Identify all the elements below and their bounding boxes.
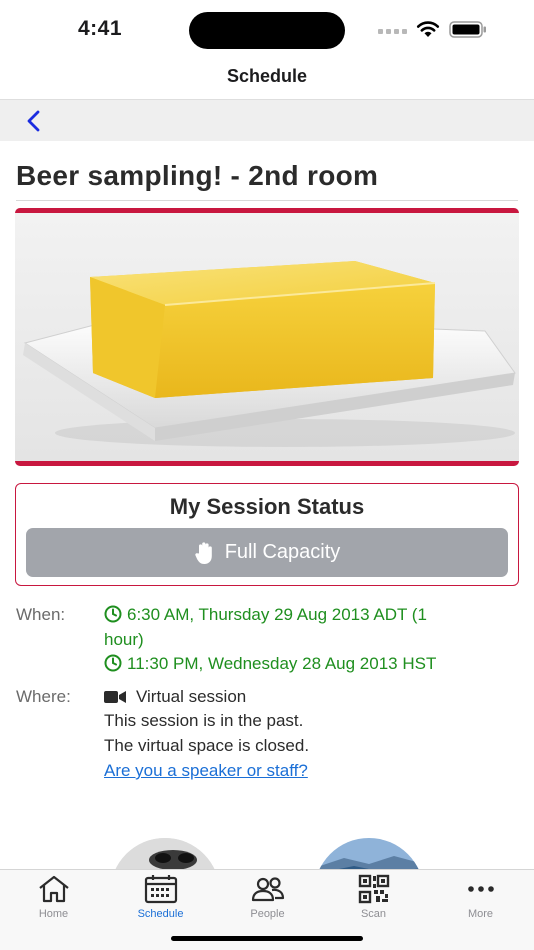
when-time-1: 6:30 AM, Thursday 29 Aug 2013 ADT (1 [104,603,427,627]
where-location-text: Virtual session [136,687,247,706]
clock-icon [104,654,122,672]
when-time-2: 11:30 PM, Wednesday 28 Aug 2013 HST [104,652,436,676]
status-time: 4:41 [78,17,123,40]
qr-code-icon [358,874,389,904]
tab-people-label: People [250,908,285,920]
full-capacity-button[interactable]: Full Capacity [26,528,508,577]
people-icon [251,877,284,902]
status-bar: 4:41 [0,0,534,60]
dynamic-island [189,12,345,49]
cheese-photo [15,213,519,461]
tab-scan-label: Scan [360,908,387,920]
home-indicator [171,936,363,941]
raised-hand-icon [194,541,216,565]
calendar-icon [144,875,177,904]
battery-icon [449,21,486,38]
chevron-left-icon [27,110,40,132]
when-time-2-text: 11:30 PM, Wednesday 28 Aug 2013 HST [127,654,437,673]
page-title: Beer sampling! - 2nd room [16,160,379,191]
tab-more[interactable]: More [427,874,534,924]
past-session-note: This session is in the past. [104,711,304,730]
tab-more-label: More [467,908,494,920]
tab-schedule-label: Schedule [137,908,184,920]
back-bar [0,99,534,141]
cellular-signal-icon [378,29,408,35]
video-camera-icon [104,691,126,703]
tab-home-label: Home [38,908,69,920]
tab-home[interactable]: Home [0,874,107,924]
when-label: When: [16,605,66,624]
home-icon [38,875,69,903]
when-time-1-line-1: 6:30 AM, Thursday 29 Aug 2013 ADT (1 [127,605,427,624]
speaker-staff-link[interactable]: Are you a speaker or staff? [104,759,308,783]
where-location: Virtual session [104,685,246,709]
virtual-space-closed-note: The virtual space is closed. [104,736,310,755]
where-label: Where: [16,687,71,706]
tab-scan[interactable]: Scan [320,874,427,924]
session-status-card: My Session Status Full Capacity [15,483,519,586]
session-image [15,208,519,466]
tab-people[interactable]: People [214,874,321,924]
clock-icon [104,605,122,623]
tab-schedule[interactable]: Schedule [107,874,214,924]
full-capacity-label: Full Capacity [224,541,341,563]
title-divider [16,200,518,201]
wifi-icon [416,21,440,37]
more-icon [467,886,494,892]
session-status-title: My Session Status [169,494,365,519]
back-button[interactable] [18,106,48,136]
when-time-1-line-2: hour) [104,630,144,649]
nav-title: Schedule [226,66,308,86]
